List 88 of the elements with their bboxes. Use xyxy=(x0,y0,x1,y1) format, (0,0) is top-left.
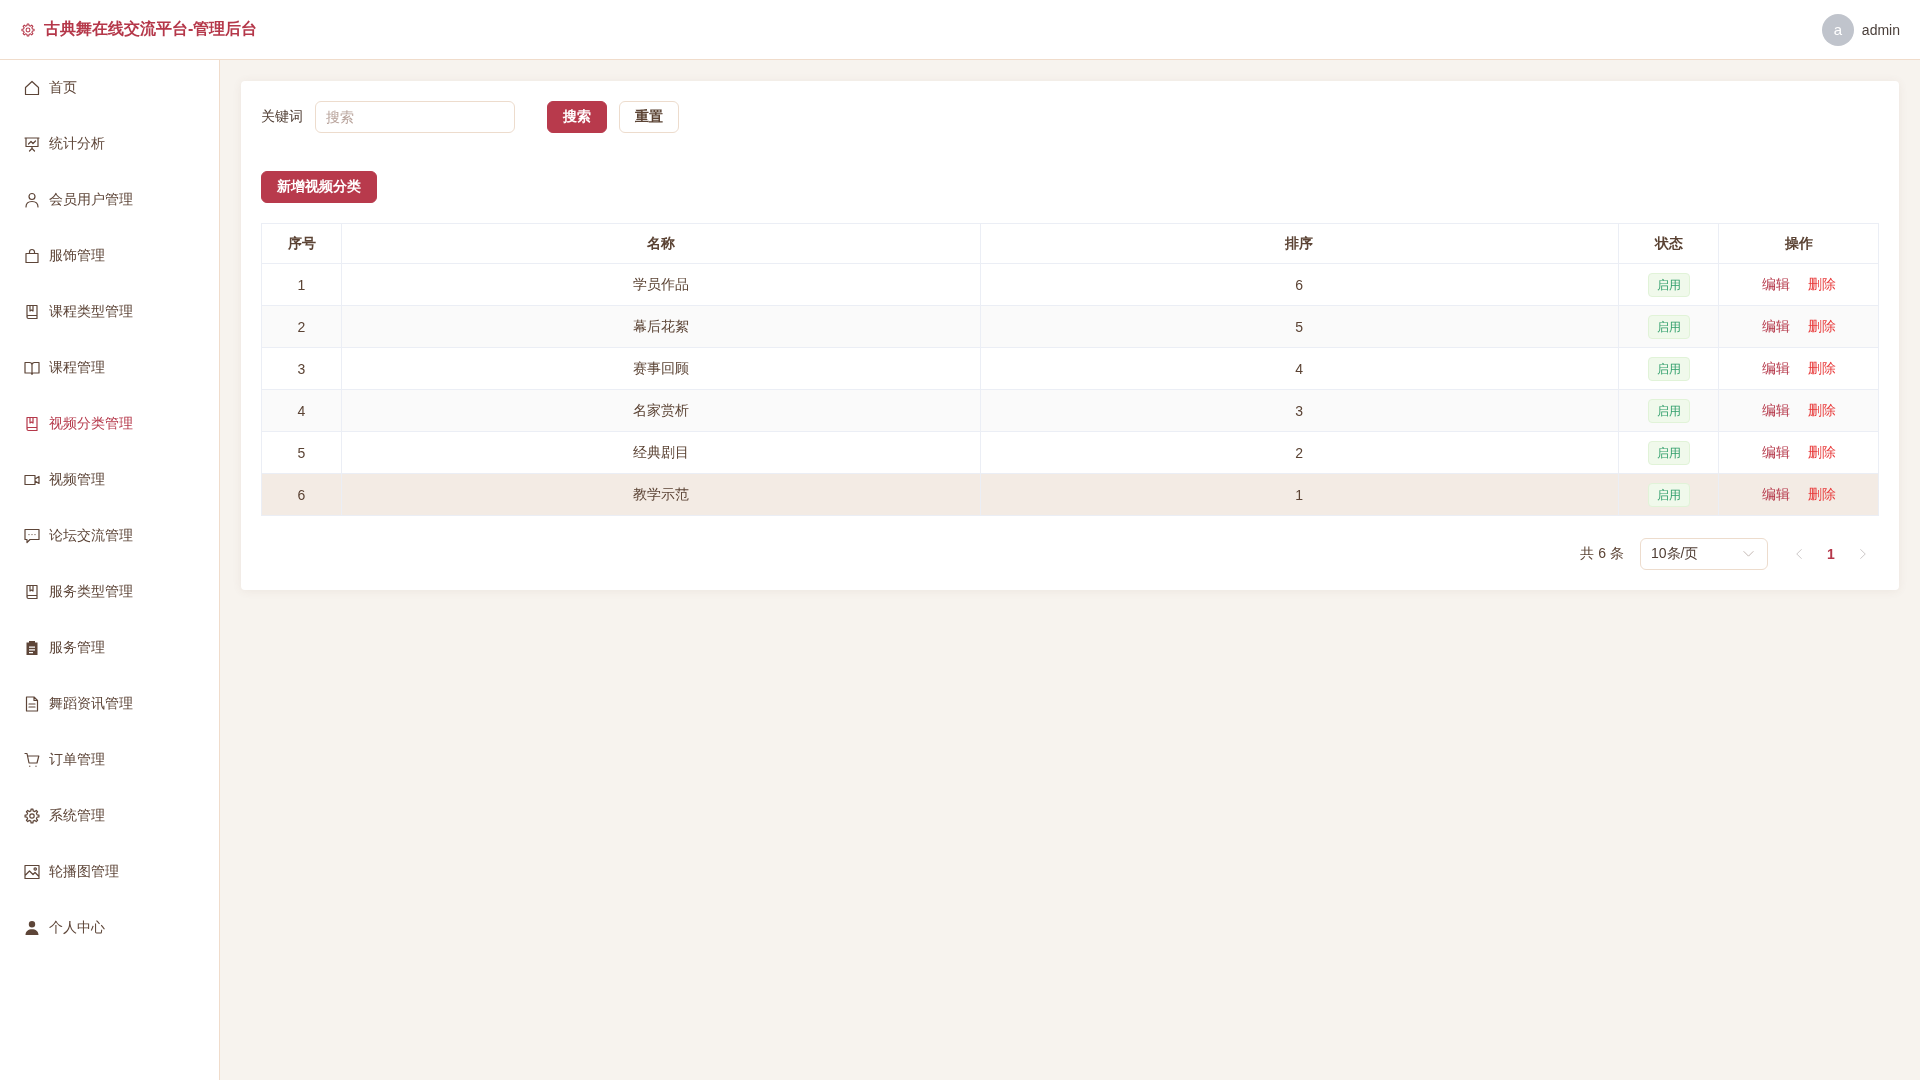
sidebar-item[interactable]: 个人中心 xyxy=(0,900,219,956)
open-book-icon xyxy=(24,360,40,376)
table-cell: 幕后花絮 xyxy=(341,305,980,348)
column-header: 名称 xyxy=(341,223,980,264)
table-cell: 5 xyxy=(261,431,342,474)
status-tag: 启用 xyxy=(1647,440,1690,465)
column-header: 序号 xyxy=(261,223,342,264)
add-category-button[interactable]: 新增视频分类 xyxy=(261,171,377,203)
chevron-left-icon xyxy=(1796,549,1802,559)
chevron-down-icon xyxy=(1743,551,1754,557)
sidebar-item[interactable]: 课程类型管理 xyxy=(0,284,219,340)
edit-link[interactable]: 编辑 xyxy=(1761,275,1790,292)
sidebar-item[interactable]: 服饰管理 xyxy=(0,228,219,284)
sidebar-item[interactable]: 轮播图管理 xyxy=(0,844,219,900)
sidebar-item[interactable]: 订单管理 xyxy=(0,732,219,788)
user-avatar: a xyxy=(1821,13,1854,46)
book-icon xyxy=(24,584,40,600)
status-tag: 启用 xyxy=(1647,272,1690,297)
book-icon xyxy=(24,416,40,432)
table-cell: 学员作品 xyxy=(341,263,980,306)
status-tag: 启用 xyxy=(1647,314,1690,339)
table-cell: 4 xyxy=(980,347,1619,390)
table-cell: 3 xyxy=(261,347,342,390)
sidebar-item[interactable]: 视频分类管理 xyxy=(0,396,219,452)
total-count: 共 6 条 xyxy=(1580,545,1624,563)
user-name: admin xyxy=(1861,21,1900,38)
user-icon xyxy=(24,192,40,208)
search-field[interactable]: 搜索 xyxy=(315,101,515,133)
table-cell: 6 xyxy=(261,473,342,516)
table-cell: 6 xyxy=(980,263,1619,306)
presentation-board-icon xyxy=(24,136,40,152)
sidebar-item[interactable]: 服务类型管理 xyxy=(0,564,219,620)
table-cell: 2 xyxy=(980,431,1619,474)
delete-link[interactable]: 删除 xyxy=(1807,485,1836,502)
table-cell: 1 xyxy=(980,473,1619,516)
delete-link[interactable]: 删除 xyxy=(1807,401,1836,418)
status-tag: 启用 xyxy=(1647,398,1690,423)
delete-link[interactable]: 删除 xyxy=(1807,359,1836,376)
reset-button[interactable]: 重置 xyxy=(619,101,679,133)
table-cell: 4 xyxy=(261,389,342,432)
gear-icon xyxy=(24,808,40,824)
column-header: 排序 xyxy=(980,223,1619,264)
video-camera-icon xyxy=(24,472,40,488)
sidebar-item[interactable]: 课程管理 xyxy=(0,340,219,396)
chevron-right-icon xyxy=(1860,549,1866,559)
delete-link[interactable]: 删除 xyxy=(1807,317,1836,334)
image-icon xyxy=(24,864,40,880)
app-title: 古典舞在线交流平台-管理后台 xyxy=(44,19,258,39)
search-button[interactable]: 搜索 xyxy=(547,101,607,133)
sidebar-item[interactable]: 服务管理 xyxy=(0,620,219,676)
page-button[interactable]: 1 xyxy=(1815,538,1847,570)
sidebar-item[interactable]: 首页 xyxy=(0,60,219,116)
delete-link[interactable]: 删除 xyxy=(1807,443,1836,460)
book-icon xyxy=(24,304,40,320)
table-cell: 2 xyxy=(261,305,342,348)
status-tag: 启用 xyxy=(1647,356,1690,381)
edit-link[interactable]: 编辑 xyxy=(1761,359,1790,376)
table-cell: 赛事回顾 xyxy=(341,347,980,390)
clipboard-icon xyxy=(24,640,40,656)
table-cell: 1 xyxy=(261,263,342,306)
table-cell: 经典剧目 xyxy=(341,431,980,474)
status-tag: 启用 xyxy=(1647,482,1690,507)
sidebar-item[interactable]: 系统管理 xyxy=(0,788,219,844)
sidebar-item[interactable]: 舞蹈资讯管理 xyxy=(0,676,219,732)
page-size-select[interactable]: 10条/页 xyxy=(1640,538,1768,570)
table-cell: 名家赏析 xyxy=(341,389,980,432)
edit-link[interactable]: 编辑 xyxy=(1761,317,1790,334)
home-icon xyxy=(24,80,40,96)
edit-link[interactable]: 编辑 xyxy=(1761,485,1790,502)
sidebar-item[interactable]: 论坛交流管理 xyxy=(0,508,219,564)
document-icon xyxy=(24,696,40,712)
bag-icon xyxy=(24,248,40,264)
edit-link[interactable]: 编辑 xyxy=(1761,401,1790,418)
edit-link[interactable]: 编辑 xyxy=(1761,443,1790,460)
delete-link[interactable]: 删除 xyxy=(1807,275,1836,292)
chat-icon xyxy=(24,528,40,544)
person-icon xyxy=(24,920,40,936)
sidebar-item[interactable]: 统计分析 xyxy=(0,116,219,172)
gear-icon xyxy=(21,22,35,37)
sidebar-item[interactable]: 视频管理 xyxy=(0,452,219,508)
column-header: 操作 xyxy=(1718,223,1879,264)
sidebar-item[interactable]: 会员用户管理 xyxy=(0,172,219,228)
table-cell: 教学示范 xyxy=(341,473,980,516)
keyword-label: 关键词 xyxy=(261,108,303,126)
table-cell: 5 xyxy=(980,305,1619,348)
table-cell: 3 xyxy=(980,389,1619,432)
column-header: 状态 xyxy=(1618,223,1719,264)
cart-icon xyxy=(24,752,40,768)
